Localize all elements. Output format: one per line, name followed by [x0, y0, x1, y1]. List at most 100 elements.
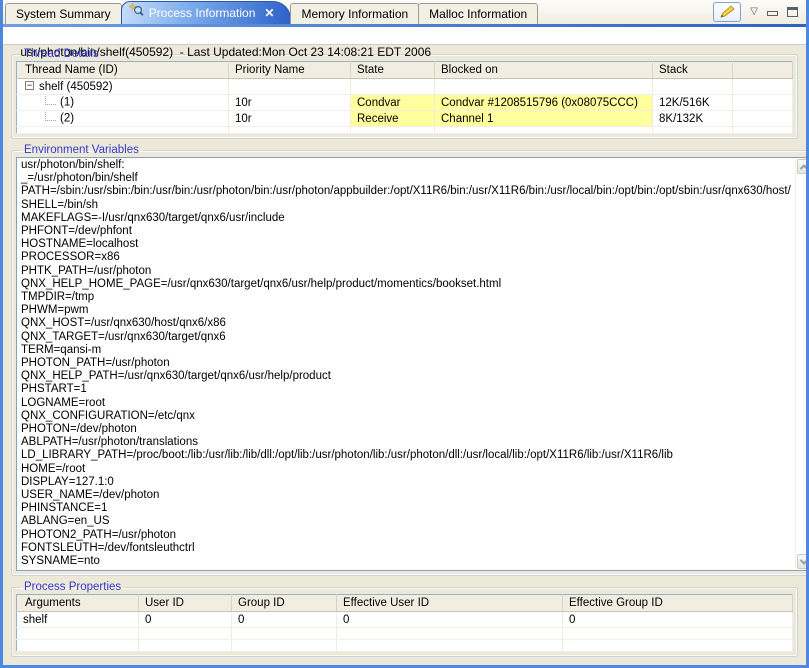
env-line: PATH=/sbin:/usr/sbin:/bin:/usr/bin:/usr/…: [21, 185, 791, 198]
filler-cell: [733, 79, 793, 95]
thread-priority-cell: [229, 79, 351, 95]
column-header-priority[interactable]: Priority Name: [229, 62, 351, 79]
tab-malloc-information[interactable]: Malloc Information: [418, 3, 538, 24]
tab-system-summary[interactable]: System Summary: [5, 3, 122, 24]
env-line: PHWM=pwm: [21, 304, 791, 317]
column-header-blocked-on[interactable]: Blocked on: [435, 62, 653, 79]
thread-name-label: (2): [60, 113, 74, 125]
tab-process-information[interactable]: Process Information ✕: [121, 1, 292, 24]
filler-cell: [232, 640, 337, 652]
thread-stack-cell: [653, 79, 733, 95]
scroll-up-button[interactable]: [797, 159, 809, 174]
column-header-arguments[interactable]: Arguments: [17, 595, 139, 612]
tab-bar: System Summary Process Information ✕ Mem…: [3, 0, 806, 24]
column-header-filler: [733, 62, 793, 79]
thread-priority-cell: 10r: [229, 111, 351, 127]
thread-blocked-on-cell: [435, 79, 653, 95]
env-line: QNX_TARGET=/usr/qnx630/target/qnx6: [21, 331, 791, 344]
filler-cell: [435, 127, 653, 134]
filler-cell: [563, 628, 793, 640]
env-line: QNX_HELP_PATH=/usr/qnx630/target/qnx6/us…: [21, 370, 791, 383]
env-line: PHOTON2_PATH=/usr/photon: [21, 529, 791, 542]
thread-row[interactable]: (1)10rCondvarCondvar #1208515796 (0x0807…: [17, 95, 793, 111]
thread-table-header: Thread Name (ID) Priority Name State Blo…: [17, 62, 793, 79]
process-properties-table: Arguments User ID Group ID Effective Use…: [16, 594, 793, 652]
filler-cell: [139, 628, 232, 640]
process-cell: shelf: [17, 612, 139, 628]
column-header-thread-name[interactable]: Thread Name (ID): [17, 62, 229, 79]
process-table-header: Arguments User ID Group ID Effective Use…: [17, 595, 793, 612]
env-line: PHINSTANCE=1: [21, 502, 791, 515]
filler-cell: [229, 127, 351, 134]
filler-cell: [351, 127, 435, 134]
thread-details-group: Thread Details Thread Name (ID) Priority…: [11, 48, 798, 139]
env-line: SYSNAME=nto: [21, 555, 791, 568]
collapse-toggle-icon[interactable]: −: [25, 81, 34, 90]
close-icon[interactable]: ✕: [264, 3, 274, 23]
process-status-line: usr/photon/bin/shelf(450592) - Last Upda…: [3, 27, 806, 45]
maximize-icon[interactable]: [787, 7, 798, 17]
tab-memory-information[interactable]: Memory Information: [290, 3, 419, 24]
process-cell: 0: [337, 612, 563, 628]
env-line: LOGNAME=root: [21, 397, 791, 410]
column-header-state[interactable]: State: [351, 62, 435, 79]
filler-cell: [337, 640, 563, 652]
thread-state-cell: Condvar: [351, 95, 435, 111]
thread-name-cell: (2): [17, 111, 229, 127]
process-row[interactable]: shelf0000: [17, 612, 793, 628]
highlighter-pencil-icon: [719, 5, 735, 19]
env-line: TERM=qansi-m: [21, 344, 791, 357]
thread-stack-cell: 12K/516K: [653, 95, 733, 111]
column-header-effective-user-id[interactable]: Effective User ID: [337, 595, 563, 612]
tree-connector: [45, 96, 56, 105]
filler-cell: [563, 640, 793, 652]
view-toolbar: ▽: [713, 2, 798, 22]
tab-label: System Summary: [16, 7, 111, 21]
thread-stack-cell: 8K/132K: [653, 111, 733, 127]
env-line: DISPLAY=127.1:0: [21, 476, 791, 489]
thread-priority-cell: 10r: [229, 95, 351, 111]
env-line: HOME=/root: [21, 463, 791, 476]
empty-row: [17, 640, 793, 652]
tab-label: Process Information: [149, 3, 256, 23]
menu-chevron-icon[interactable]: ▽: [750, 7, 758, 17]
env-line: PHOTON=/dev/photon: [21, 423, 791, 436]
empty-row: [17, 127, 793, 134]
filler-cell: [139, 640, 232, 652]
filler-cell: [733, 111, 793, 127]
env-line: PHOTON_PATH=/usr/photon: [21, 357, 791, 370]
highlighter-pencil-button[interactable]: [713, 2, 741, 22]
filler-cell: [17, 628, 139, 640]
thread-name-cell: −shelf (450592): [17, 79, 229, 95]
thread-name-label: shelf (450592): [39, 81, 113, 93]
env-line: QNX_HOST=/usr/qnx630/host/qnx6/x86: [21, 317, 791, 330]
environment-variables-text[interactable]: usr/photon/bin/shelf:_=/usr/photon/bin/s…: [17, 158, 795, 570]
chevron-down-icon: [800, 556, 808, 564]
empty-row: [17, 628, 793, 640]
thread-name-label: (1): [60, 97, 74, 109]
section-title: Thread Details: [20, 48, 103, 60]
column-header-group-id[interactable]: Group ID: [232, 595, 337, 612]
scroll-down-button[interactable]: [797, 554, 809, 569]
thread-name-cell: (1): [17, 95, 229, 111]
env-line: PHSTART=1: [21, 383, 791, 396]
env-line: TMPDIR=/tmp: [21, 291, 791, 304]
tree-connector: [45, 112, 56, 121]
chevron-up-icon: [800, 164, 808, 172]
thread-state-cell: [351, 79, 435, 95]
thread-blocked-on-cell: Channel 1: [435, 111, 653, 127]
thread-row[interactable]: −shelf (450592): [17, 79, 793, 95]
env-line: ABLANG=en_US: [21, 515, 791, 528]
env-line: PROCESSOR=x86: [21, 251, 791, 264]
column-header-effective-group-id[interactable]: Effective Group ID: [563, 595, 793, 612]
thread-row[interactable]: (2) 10rReceiveChannel 18K/132K: [17, 111, 793, 127]
column-header-stack[interactable]: Stack: [653, 62, 733, 79]
filler-cell: [17, 127, 229, 134]
env-line: usr/photon/bin/shelf:: [21, 159, 791, 172]
section-title: Environment Variables: [20, 144, 143, 156]
env-line: LD_LIBRARY_PATH=/proc/boot:/lib:/usr/lib…: [21, 449, 791, 462]
vertical-scrollbar[interactable]: [795, 158, 809, 570]
thread-state-cell: Receive: [351, 111, 435, 127]
column-header-user-id[interactable]: User ID: [139, 595, 232, 612]
minimize-icon[interactable]: [767, 11, 778, 16]
